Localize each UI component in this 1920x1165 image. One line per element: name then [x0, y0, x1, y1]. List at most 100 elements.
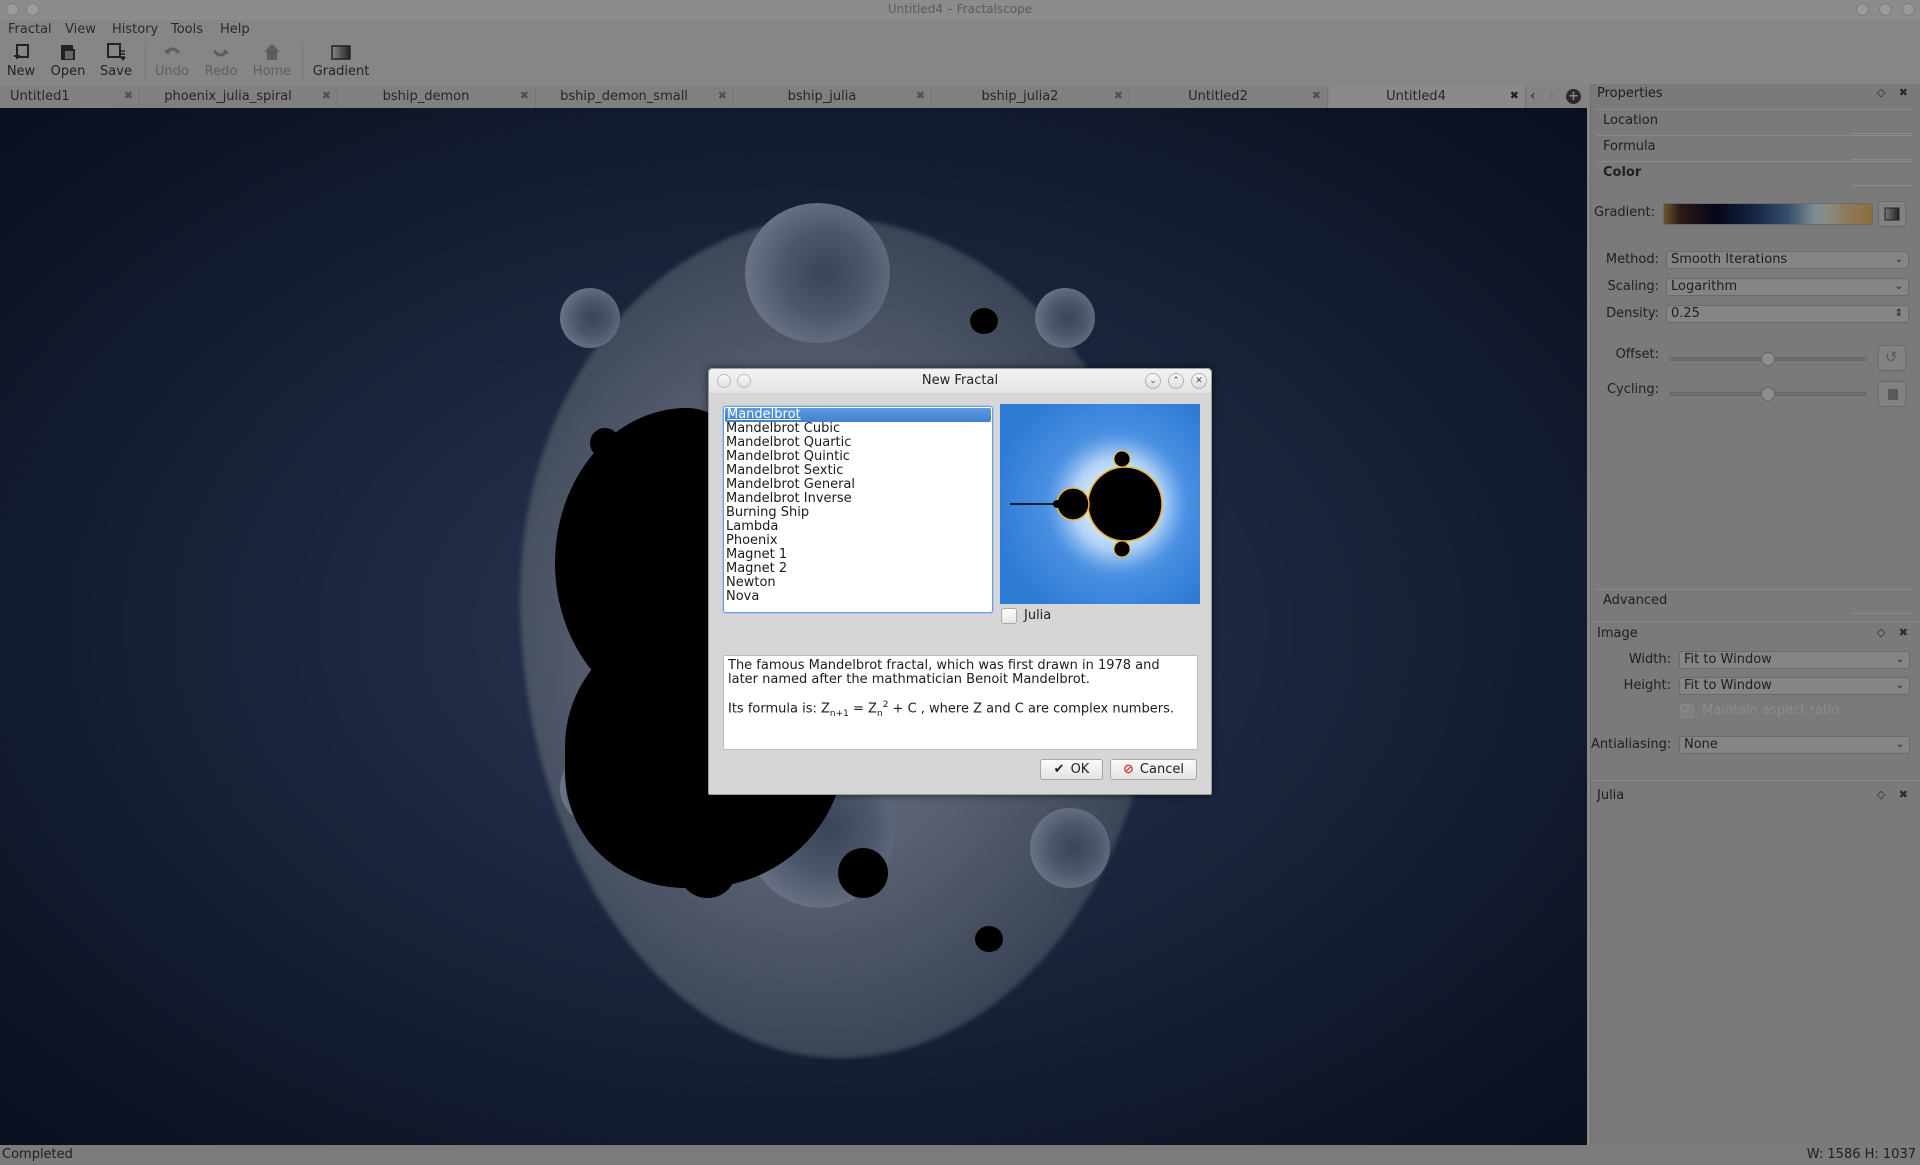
antialiasing-label: Antialiasing: — [1591, 737, 1672, 752]
cycling-slider-handle[interactable] — [1761, 387, 1775, 401]
document-tabbar: Untitled1 ✖ phoenix_julia_spiral ✖ bship… — [0, 86, 1590, 108]
undo-icon — [162, 42, 182, 62]
offset-slider-handle[interactable] — [1761, 352, 1775, 366]
reset-offset-button[interactable]: ↺ — [1878, 345, 1906, 371]
method-label: Method: — [1605, 252, 1659, 267]
ok-button[interactable]: ✔ OK — [1040, 759, 1103, 780]
home-icon — [262, 42, 282, 62]
tab-scroll-left-icon[interactable]: ‹ — [1530, 88, 1536, 104]
height-select[interactable]: Fit to Window ⌄ — [1679, 677, 1910, 695]
menu-history[interactable]: History — [112, 22, 158, 37]
antialiasing-select[interactable]: None ⌄ — [1679, 736, 1910, 754]
dialog-close-button[interactable]: ✕ — [1191, 373, 1207, 389]
julia-checkbox[interactable] — [1001, 608, 1017, 624]
tab-close-icon[interactable]: ✖ — [1114, 89, 1123, 102]
gradient-preview[interactable] — [1663, 203, 1873, 225]
spin-arrows-icon[interactable]: ⇕ — [1895, 306, 1903, 322]
tab-close-icon[interactable]: ✖ — [520, 89, 529, 102]
redo-button[interactable]: Redo — [196, 42, 246, 79]
checkmark-icon: ✔ — [1053, 762, 1065, 777]
density-spinbox[interactable]: 0.25 ⇕ — [1666, 305, 1909, 323]
fractal-type-item[interactable]: Nova — [724, 590, 992, 604]
float-icon[interactable]: ◇ — [1877, 788, 1885, 801]
fractal-type-item[interactable]: Mandelbrot Quartic — [724, 436, 992, 450]
fractal-set-bulb — [970, 308, 998, 334]
minimize-button[interactable] — [1856, 3, 1869, 16]
chevron-down-icon: ⌄ — [1895, 739, 1904, 750]
menu-view[interactable]: View — [65, 22, 96, 37]
tab-close-icon[interactable]: ✖ — [124, 89, 133, 102]
section-color[interactable]: Color — [1597, 161, 1912, 186]
save-button[interactable]: Save — [91, 42, 141, 79]
tab-bship-julia2[interactable]: bship_julia2 ✖ — [933, 86, 1130, 108]
tab-close-icon[interactable]: ✖ — [1312, 89, 1321, 102]
chevron-down-icon: ⌄ — [1895, 654, 1904, 665]
tab-close-icon[interactable]: ✖ — [1510, 89, 1519, 102]
tab-phoenix-julia-spiral[interactable]: phoenix_julia_spiral ✖ — [141, 86, 338, 108]
tab-untitled2[interactable]: Untitled2 ✖ — [1131, 86, 1328, 108]
status-message: Completed — [2, 1147, 73, 1162]
tab-untitled1[interactable]: Untitled1 ✖ — [0, 86, 140, 108]
close-panel-icon[interactable]: ✖ — [1899, 626, 1908, 639]
new-tab-icon[interactable]: + — [1566, 89, 1581, 104]
formula-text: Its formula is: Zn+1 = Zn2 + C , where Z… — [728, 700, 1174, 719]
open-button[interactable]: Open — [43, 42, 93, 79]
section-location[interactable]: Location — [1597, 109, 1912, 134]
dialog-maximize-button[interactable]: ⌃ — [1168, 373, 1184, 389]
tab-close-icon[interactable]: ✖ — [322, 89, 331, 102]
method-select[interactable]: Smooth Iterations ⌄ — [1666, 251, 1909, 269]
tab-bship-julia[interactable]: bship_julia ✖ — [735, 86, 932, 108]
fractal-type-item[interactable]: Lambda — [724, 520, 992, 534]
julia-panel-title: Julia — [1597, 788, 1625, 803]
fractal-type-item[interactable]: Mandelbrot — [725, 408, 991, 422]
fractal-type-item[interactable]: Magnet 2 — [724, 562, 992, 576]
cancel-button[interactable]: ⊘ Cancel — [1110, 759, 1197, 780]
tab-bship-demon-small[interactable]: bship_demon_small ✖ — [537, 86, 734, 108]
fractal-type-item[interactable]: Mandelbrot General — [724, 478, 992, 492]
float-icon[interactable]: ◇ — [1877, 86, 1885, 99]
maximize-button[interactable] — [1879, 3, 1892, 16]
menu-help[interactable]: Help — [220, 22, 250, 37]
tab-bship-demon[interactable]: bship_demon ✖ — [339, 86, 536, 108]
offset-label: Offset: — [1615, 347, 1659, 362]
width-label: Width: — [1628, 652, 1671, 667]
section-advanced[interactable]: Advanced — [1597, 589, 1912, 614]
maintain-aspect-checkbox[interactable]: ✓ — [1680, 704, 1694, 718]
tab-close-icon[interactable]: ✖ — [916, 89, 925, 102]
close-panel-icon[interactable]: ✖ — [1899, 788, 1908, 801]
fractal-type-item[interactable]: Mandelbrot Sextic — [724, 464, 992, 478]
fractal-type-item[interactable]: Mandelbrot Quintic — [724, 450, 992, 464]
close-window-button[interactable] — [1902, 3, 1915, 16]
home-button[interactable]: Home — [247, 42, 297, 79]
new-icon — [11, 42, 31, 62]
dock-splitter[interactable] — [1591, 621, 1920, 625]
gradient-button[interactable]: Gradient — [312, 42, 370, 79]
tab-scroll-right-icon[interactable]: › — [1549, 88, 1555, 104]
fractal-type-list[interactable]: Mandelbrot Mandelbrot Cubic Mandelbrot Qua… — [723, 406, 993, 613]
fractal-type-item[interactable]: Phoenix — [724, 534, 992, 548]
menu-fractal[interactable]: Fractal — [8, 22, 52, 37]
width-select[interactable]: Fit to Window ⌄ — [1679, 651, 1910, 669]
section-formula[interactable]: Formula — [1597, 135, 1912, 160]
gradient-icon — [331, 42, 351, 62]
float-icon[interactable]: ◇ — [1877, 626, 1885, 639]
tab-close-icon[interactable]: ✖ — [718, 89, 727, 102]
stop-cycling-button[interactable] — [1878, 381, 1906, 407]
menu-tools[interactable]: Tools — [171, 22, 203, 37]
fractal-type-item[interactable]: Burning Ship — [724, 506, 992, 520]
fractal-type-item[interactable]: Mandelbrot Inverse — [724, 492, 992, 506]
close-panel-icon[interactable]: ✖ — [1899, 86, 1908, 99]
tab-untitled4[interactable]: Untitled4 ✖ — [1329, 86, 1526, 108]
density-label: Density: — [1606, 306, 1659, 321]
scaling-select[interactable]: Logarithm ⌄ — [1666, 278, 1909, 296]
fractal-type-item[interactable]: Newton — [724, 576, 992, 590]
description-text: The famous Mandelbrot fractal, which was… — [728, 658, 1160, 687]
undo-button[interactable]: Undo — [147, 42, 197, 79]
dialog-minimize-button[interactable]: ⌄ — [1145, 373, 1161, 389]
fractal-type-item[interactable]: Mandelbrot Cubic — [724, 422, 992, 436]
new-button[interactable]: New — [0, 42, 46, 79]
dock-splitter[interactable] — [1591, 780, 1920, 784]
fractal-type-item[interactable]: Magnet 1 — [724, 548, 992, 562]
edit-gradient-button[interactable] — [1878, 201, 1906, 227]
chevron-down-icon: ⌄ — [1894, 254, 1903, 265]
